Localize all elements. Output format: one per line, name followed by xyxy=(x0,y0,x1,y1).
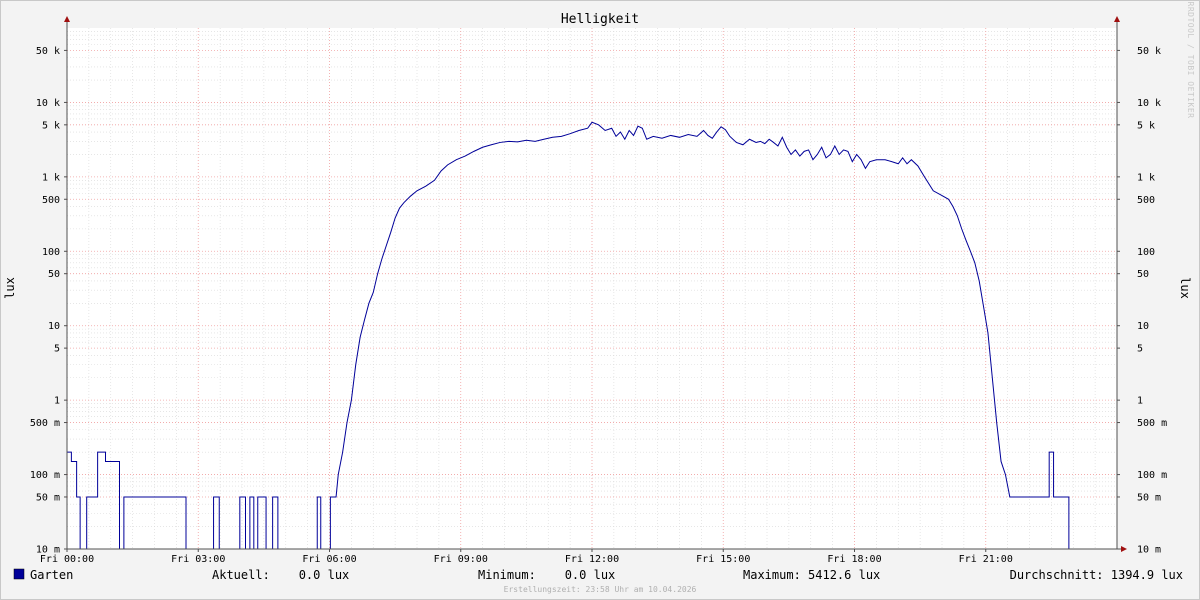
y-tick-label-left: 50 k xyxy=(36,46,60,57)
y-tick-label-left: 500 xyxy=(42,195,60,206)
y-tick-label-right: 1 xyxy=(1137,396,1143,407)
y-tick-label-left: 1 xyxy=(54,396,60,407)
y-tick-label-right: 10 xyxy=(1137,321,1149,332)
x-tick-label: Fri 03:00 xyxy=(171,554,225,565)
legend-maximum: Maximum: 5412.6 lux xyxy=(743,568,880,582)
y-axis-label-right: lux xyxy=(1178,277,1192,299)
y-tick-label-right: 50 xyxy=(1137,269,1149,280)
legend-average: Durchschnitt: 1394.9 lux xyxy=(1010,568,1183,582)
y-tick-label-left: 50 m xyxy=(36,492,60,503)
chart-title: Helligkeit xyxy=(561,12,639,27)
y-tick-label-left: 100 xyxy=(42,247,60,258)
y-axis-arrow-right-icon xyxy=(1114,16,1120,22)
y-tick-label-left: 10 k xyxy=(36,98,60,109)
y-tick-label-right: 10 k xyxy=(1137,98,1161,109)
y-tick-label-right: 500 xyxy=(1137,195,1155,206)
y-axis-arrow-left-icon xyxy=(64,16,70,22)
x-tick-label: Fri 00:00 xyxy=(40,554,94,565)
y-tick-label-right: 5 xyxy=(1137,344,1143,355)
y-tick-label-left: 5 k xyxy=(42,120,60,131)
y-tick-label-left: 50 xyxy=(48,269,60,280)
y-tick-label-left: 5 xyxy=(54,344,60,355)
chart-svg: 10 m 10 m50 m 50 m100 m 100 m500 m 500 m1 15 5… xyxy=(3,2,1195,594)
x-tick-label: Fri 09:00 xyxy=(434,554,488,565)
x-axis-arrow-icon xyxy=(1121,546,1127,552)
watermark: RRDTOOL / TOBI OETIKER xyxy=(1186,2,1195,119)
x-tick-label: Fri 12:00 xyxy=(565,554,619,565)
legend-current: Aktuell: 0.0 lux xyxy=(212,568,349,582)
y-tick-label-right: 100 xyxy=(1137,247,1155,258)
x-tick-label: Fri 15:00 xyxy=(696,554,750,565)
y-axis-label-left: lux xyxy=(3,277,17,299)
x-tick-label: Fri 18:00 xyxy=(827,554,881,565)
y-tick-label-left: 500 m xyxy=(30,418,60,429)
y-tick-label-right: 50 k xyxy=(1137,46,1161,57)
x-tick-label: Fri 06:00 xyxy=(302,554,356,565)
y-tick-label-left: 1 k xyxy=(42,172,60,183)
footer-timestamp: Erstellungszeit: 23:58 Uhr am 10.04.2026 xyxy=(504,585,697,594)
legend-series-name: Garten xyxy=(30,568,73,582)
legend-minimum: Minimum: 0.0 lux xyxy=(478,568,615,582)
y-tick-label-right: 1 k xyxy=(1137,172,1155,183)
y-tick-label-right: 100 m xyxy=(1137,470,1167,481)
y-tick-label-left: 10 xyxy=(48,321,60,332)
y-tick-label-right: 500 m xyxy=(1137,418,1167,429)
legend-swatch xyxy=(13,568,25,580)
y-tick-label-right: 10 m xyxy=(1137,545,1161,556)
y-tick-label-right: 5 k xyxy=(1137,120,1155,131)
x-tick-label: Fri 21:00 xyxy=(959,554,1013,565)
y-tick-label-right: 50 m xyxy=(1137,492,1161,503)
y-tick-label-left: 100 m xyxy=(30,470,60,481)
